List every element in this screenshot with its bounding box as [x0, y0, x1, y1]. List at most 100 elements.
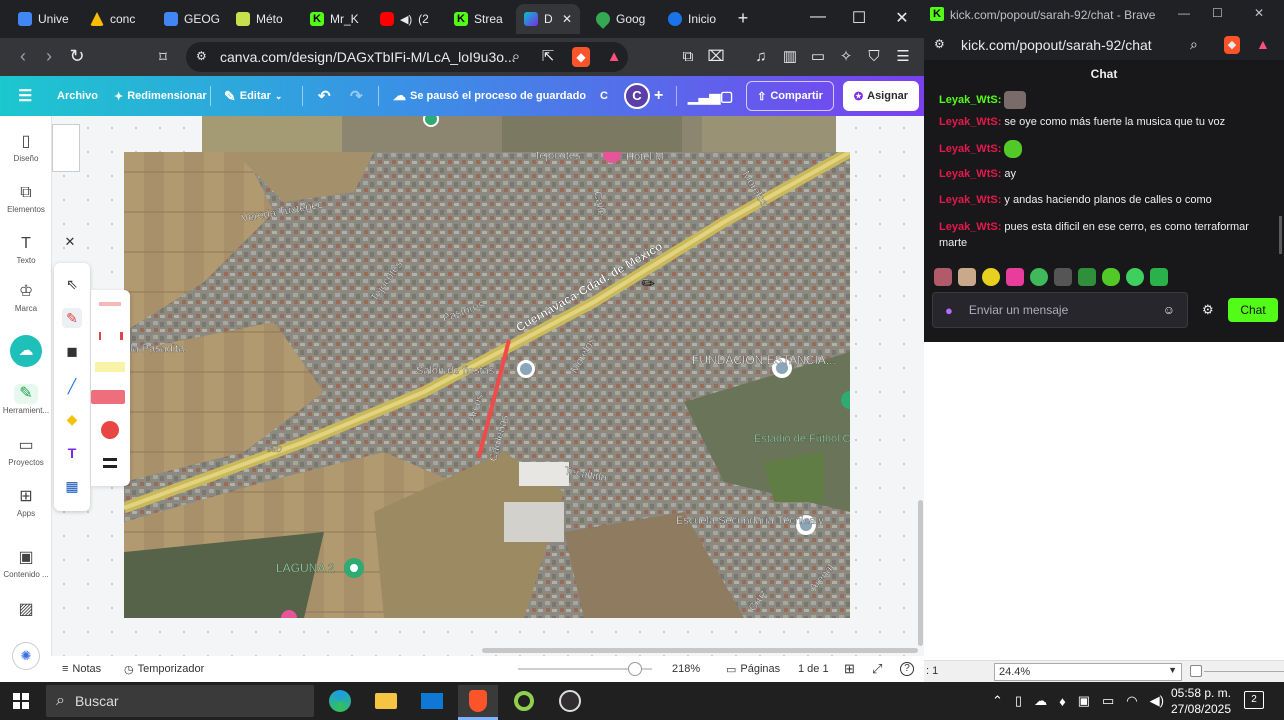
wallet-icon[interactable]: ▭ [808, 47, 828, 67]
chat-username[interactable]: Leyak_WtS: [939, 221, 1001, 233]
chat-username[interactable]: Leyak_WtS: [939, 194, 1001, 206]
file-explorer-icon[interactable] [366, 685, 406, 717]
zoom-search-icon[interactable]: ⌕ [506, 47, 526, 67]
add-collaborator-icon[interactable]: + [654, 76, 663, 116]
back-arrow-icon[interactable]: ‹ [12, 46, 34, 67]
mail-icon[interactable] [412, 685, 452, 717]
minimize-button[interactable]: — [1178, 6, 1190, 20]
chat-send-button[interactable]: Chat [1228, 298, 1278, 322]
sidebar-item-elementos[interactable]: ⧉ Elementos [0, 183, 52, 214]
sticky-note-icon[interactable]: ◆ [62, 409, 82, 429]
sidebar-item-marca[interactable]: ♔ Marca [0, 282, 52, 313]
canva-menu-button[interactable]: ☰ [18, 76, 32, 116]
zoom-select[interactable]: 24.4% ▼ [994, 663, 1182, 681]
cloud-upload-icon[interactable]: ☁ [10, 335, 42, 367]
pen-style-highlighter[interactable] [95, 362, 125, 372]
emoji-picker-icon[interactable]: ☺ [1163, 303, 1175, 317]
sidebar-item-contenido[interactable]: ▣ Contenido ... [0, 548, 52, 579]
microphone-tray-icon[interactable]: ♦ [1059, 694, 1066, 709]
chevron-up-icon[interactable]: ⌃ [992, 693, 1003, 709]
emote-icon[interactable] [934, 268, 952, 286]
screenshot-icon[interactable]: ⌧ [706, 47, 726, 67]
site-info-icon[interactable]: ⚙ [196, 49, 207, 63]
chat-username[interactable]: Leyak_WtS: [939, 116, 1001, 128]
brave-shields-icon[interactable]: ◆ [1224, 36, 1240, 54]
sidebar-item-proyectos[interactable]: ▭ Proyectos [0, 436, 52, 467]
vpn-icon[interactable]: ⛉ [864, 47, 884, 67]
brave-taskbar-icon[interactable] [458, 685, 498, 717]
close-window-button[interactable]: ✕ [892, 8, 912, 28]
maximize-button[interactable]: ☐ [1212, 6, 1223, 20]
tab-geog[interactable]: GEOG [156, 4, 224, 34]
emote-icon[interactable] [1102, 268, 1120, 286]
redo-icon[interactable]: ↷ [350, 76, 363, 116]
tab-youtube[interactable]: ◀) (2 [372, 4, 440, 34]
tab-goog[interactable]: Goog [588, 4, 654, 34]
edit-menu[interactable]: ✎ Editar ⌄ [224, 76, 282, 116]
sidebar-item-texto[interactable]: T Texto [0, 234, 52, 265]
undo-icon[interactable]: ↶ [318, 76, 331, 116]
zoom-slider-thumb[interactable] [628, 662, 642, 676]
shapes-icon[interactable]: ◼ [62, 341, 82, 361]
chat-scrollbar[interactable] [1279, 216, 1282, 254]
emote-icon[interactable] [958, 268, 976, 286]
windows-start-icon[interactable] [13, 693, 29, 709]
pen-color-swatch-bar[interactable] [91, 390, 125, 404]
magic-assistant-icon[interactable]: ✺ [12, 642, 40, 670]
reload-icon[interactable]: ↻ [66, 46, 88, 67]
leo-ai-icon[interactable]: ✧ [836, 47, 856, 67]
site-info-icon[interactable]: ⚙ [934, 37, 945, 51]
qgis-icon[interactable] [504, 685, 544, 717]
emote-icon[interactable] [1150, 268, 1168, 286]
emote-icon[interactable] [1030, 268, 1048, 286]
brave-rewards-icon[interactable]: ▲ [1256, 36, 1270, 52]
chat-input-field[interactable]: ● Enviar un mensaje ☺ [932, 292, 1188, 328]
timer-button[interactable]: ◷ Temporizador [124, 656, 204, 682]
table-icon[interactable]: ▦ [62, 476, 82, 496]
tab-inicio[interactable]: Inicio [660, 4, 726, 34]
microphone-icon[interactable]: ● [945, 303, 953, 318]
tab-canva-active[interactable]: D ✕ [516, 4, 580, 34]
pen-tool-icon[interactable]: ✎ [62, 308, 82, 328]
wifi-icon[interactable]: ◠ [1126, 693, 1137, 709]
map-image-top[interactable] [202, 116, 836, 152]
share-button[interactable]: ⇧ Compartir [746, 81, 834, 111]
chat-username[interactable]: Leyak_WtS: [939, 168, 1001, 180]
extensions-icon[interactable]: ⧉ [678, 47, 698, 67]
sidebar-item-apps[interactable]: ⊞ Apps [0, 487, 52, 518]
fullscreen-icon[interactable]: ⤢ [872, 656, 882, 682]
tab-unive[interactable]: Unive [10, 4, 76, 34]
comment-icon[interactable]: ▢ [720, 76, 733, 116]
zoom-level[interactable]: 218% [672, 656, 700, 682]
file-menu[interactable]: Archivo [57, 76, 98, 116]
chat-username[interactable]: Leyak_WtS: [939, 143, 1001, 155]
media-icon[interactable]: ♫ [751, 47, 771, 67]
chat-settings-gear-icon[interactable]: ⚙ [1202, 302, 1214, 318]
sidebar-icon[interactable]: ▥ [780, 47, 800, 67]
tab-conc[interactable]: conc [82, 4, 150, 34]
brave-rewards-icon[interactable]: ▲ [604, 47, 624, 67]
forward-arrow-icon[interactable]: › [38, 46, 60, 67]
cloud-sync-icon[interactable]: ☁ [1034, 693, 1047, 709]
emote-icon[interactable] [1126, 268, 1144, 286]
scroll-box[interactable] [1190, 665, 1202, 677]
close-draw-panel-icon[interactable]: ✕ [62, 234, 78, 250]
minimize-button[interactable]: — [808, 8, 828, 26]
emote-icon[interactable] [1006, 268, 1024, 286]
obs-icon[interactable] [550, 685, 590, 717]
select-pointer-icon[interactable]: ⇖ [62, 274, 82, 294]
edge-icon[interactable] [320, 685, 360, 717]
pen-style-fine[interactable] [99, 302, 121, 306]
pen-color-circle[interactable] [101, 421, 119, 439]
horizontal-scrollbar[interactable] [482, 648, 918, 653]
chat-url-text[interactable]: kick.com/popout/sarah-92/chat [961, 37, 1152, 53]
zoom-search-icon[interactable]: ⌕ [1190, 36, 1198, 53]
tab-meto[interactable]: Méto [228, 4, 296, 34]
tab-mr-k[interactable]: K Mr_K [302, 4, 368, 34]
emote-icon[interactable] [982, 268, 1000, 286]
battery-icon[interactable]: ▭ [1102, 693, 1114, 709]
chat-username[interactable]: Leyak_WtS: [939, 94, 1001, 106]
insights-chart-icon[interactable]: ▁▃▅ [688, 76, 720, 116]
browser-menu-icon[interactable]: ☰ [893, 47, 913, 67]
assign-button[interactable]: ✪ Asignar [843, 81, 919, 111]
